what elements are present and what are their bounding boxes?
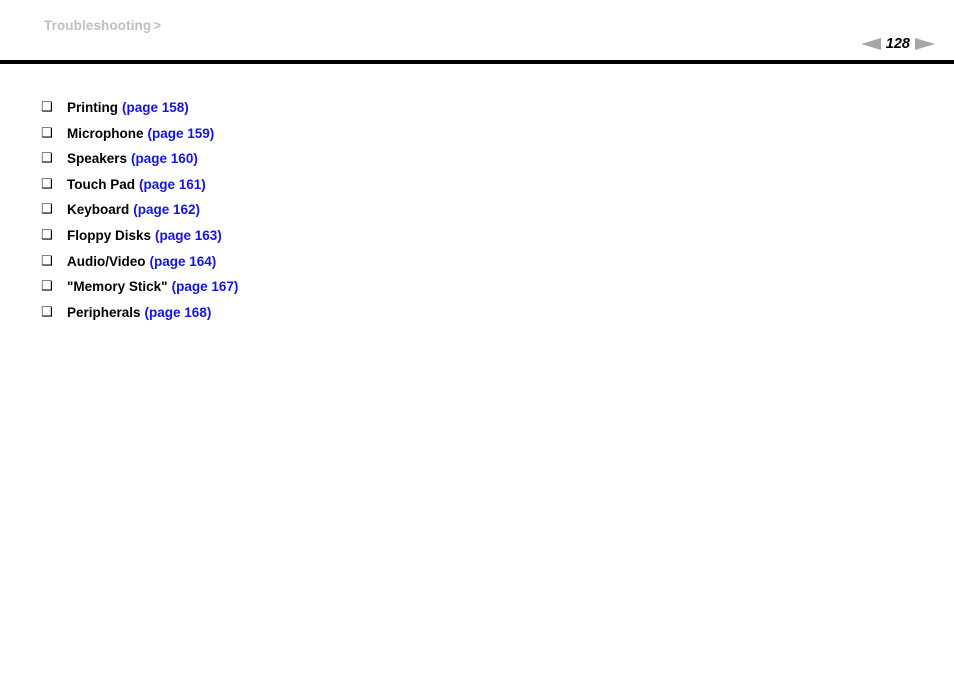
topic-page-link[interactable]: (page 168) xyxy=(141,305,212,320)
list-item[interactable]: ❑ Printing (page 158) xyxy=(0,95,954,121)
topic-page-link[interactable]: (page 163) xyxy=(151,228,222,243)
topic-page-link[interactable]: (page 161) xyxy=(135,177,206,192)
topic-label: Audio/Video xyxy=(67,253,146,269)
topic-page-link[interactable]: (page 167) xyxy=(168,279,239,294)
page-number: 128 xyxy=(885,35,910,52)
topic-label: Microphone xyxy=(67,125,144,141)
bullet-square-icon: ❑ xyxy=(41,125,53,141)
bullet-square-icon: ❑ xyxy=(41,151,53,167)
list-item[interactable]: ❑ "Memory Stick" (page 167) xyxy=(0,274,954,300)
topic-label: Floppy Disks xyxy=(67,227,152,243)
topic-label: Peripherals xyxy=(67,304,141,320)
topic-page-link[interactable]: (page 162) xyxy=(129,202,200,217)
topic-page-link[interactable]: (page 160) xyxy=(127,151,198,166)
topic-label: "Memory Stick" xyxy=(67,279,168,295)
bullet-square-icon: ❑ xyxy=(41,202,53,218)
troubleshooting-topic-list: ❑ Printing (page 158) ❑ Microphone (page 1… xyxy=(0,95,954,325)
list-item[interactable]: ❑ Speakers (page 160) xyxy=(0,146,954,172)
topic-label: Printing xyxy=(67,100,118,115)
topic-page-link[interactable]: (page 159) xyxy=(144,126,215,141)
breadcrumb-separator-icon: > xyxy=(153,18,162,33)
bullet-square-icon: ❑ xyxy=(41,253,53,269)
bullet-square-icon: ❑ xyxy=(41,176,53,192)
bullet-square-icon: ❑ xyxy=(41,279,53,295)
list-item[interactable]: ❑ Microphone (page 159) xyxy=(0,121,954,147)
topic-page-link[interactable]: (page 164) xyxy=(146,254,217,269)
topic-label: Keyboard xyxy=(67,202,130,218)
list-item[interactable]: ❑ Touch Pad (page 161) xyxy=(0,172,954,198)
triangle-left-icon[interactable] xyxy=(860,38,881,50)
list-item[interactable]: ❑ Peripherals (page 168) xyxy=(0,300,954,326)
list-item[interactable]: ❑ Keyboard (page 162) xyxy=(0,197,954,223)
topic-label: Touch Pad xyxy=(67,176,136,192)
page-navigation: 128 xyxy=(860,35,935,53)
breadcrumb-item-troubleshooting[interactable]: Troubleshooting xyxy=(44,18,151,33)
list-item[interactable]: ❑ Floppy Disks (page 163) xyxy=(0,223,954,249)
breadcrumb[interactable]: Troubleshooting > xyxy=(44,18,161,33)
bullet-square-icon: ❑ xyxy=(41,100,53,115)
triangle-right-icon[interactable] xyxy=(915,38,935,50)
bullet-square-icon: ❑ xyxy=(41,227,53,243)
list-item[interactable]: ❑ Audio/Video (page 164) xyxy=(0,249,954,275)
page-header: Troubleshooting > 128 xyxy=(0,0,954,64)
topic-page-link[interactable]: (page 158) xyxy=(118,100,189,115)
header-divider xyxy=(0,60,954,64)
topic-label: Speakers xyxy=(67,151,128,167)
bullet-square-icon: ❑ xyxy=(41,304,53,320)
